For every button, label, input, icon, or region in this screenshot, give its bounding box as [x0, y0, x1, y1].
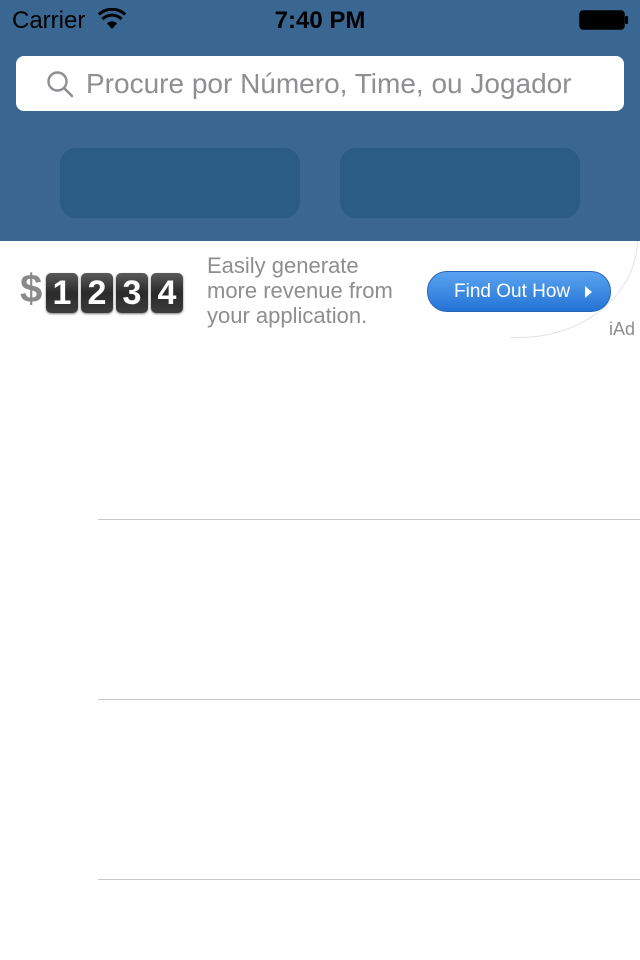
ad-digit: 1 [46, 273, 78, 313]
search-icon [47, 71, 74, 98]
row-separator [98, 879, 640, 880]
iad-banner[interactable]: $ 1 2 3 4 Easily generate more revenue f… [0, 241, 640, 340]
header: Carrier 7:40 PM [0, 0, 640, 241]
search-input[interactable] [86, 56, 616, 111]
ad-digit: 2 [81, 273, 113, 313]
status-time: 7:40 PM [274, 7, 366, 34]
table-row[interactable] [0, 520, 640, 700]
ad-digit: 4 [151, 273, 183, 313]
ad-copy-line: more revenue from [207, 278, 393, 303]
ad-copy: Easily generate more revenue from your a… [207, 253, 417, 328]
results-table[interactable] [0, 340, 640, 960]
ad-digit: 3 [116, 273, 148, 313]
segment-button-right[interactable] [340, 148, 580, 218]
status-bar: Carrier 7:40 PM [0, 0, 640, 40]
table-row[interactable] [0, 340, 640, 520]
segment-button-left[interactable] [60, 148, 300, 218]
search-bar[interactable] [16, 56, 624, 111]
find-out-how-label: Find Out How [454, 281, 571, 302]
battery-icon [579, 10, 628, 30]
table-row[interactable] [0, 700, 640, 880]
find-out-how-button[interactable]: Find Out How [427, 271, 611, 312]
iad-badge: iAd [609, 319, 636, 339]
ad-copy-line: your application. [207, 303, 368, 328]
chevron-right-icon [585, 286, 592, 298]
ad-currency-symbol: $ [20, 267, 43, 311]
ad-copy-line: Easily generate [207, 253, 359, 278]
